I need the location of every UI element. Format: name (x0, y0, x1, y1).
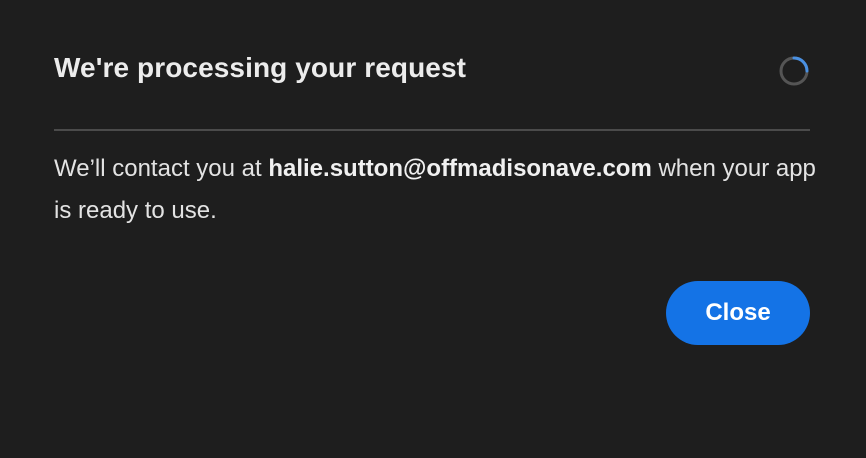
dialog-title: We're processing your request (54, 52, 467, 83)
contact-email: halie.sutton@offmadisonave.com (268, 155, 652, 182)
close-button[interactable]: Close (666, 281, 810, 345)
dialog-message: We’ll contact you at halie.sutton@offmad… (54, 148, 824, 232)
processing-dialog: We're processing your request We’ll cont… (0, 0, 866, 458)
title-divider (54, 129, 810, 131)
message-prefix: We’ll contact you at (54, 155, 269, 182)
loading-spinner-icon (779, 56, 809, 86)
